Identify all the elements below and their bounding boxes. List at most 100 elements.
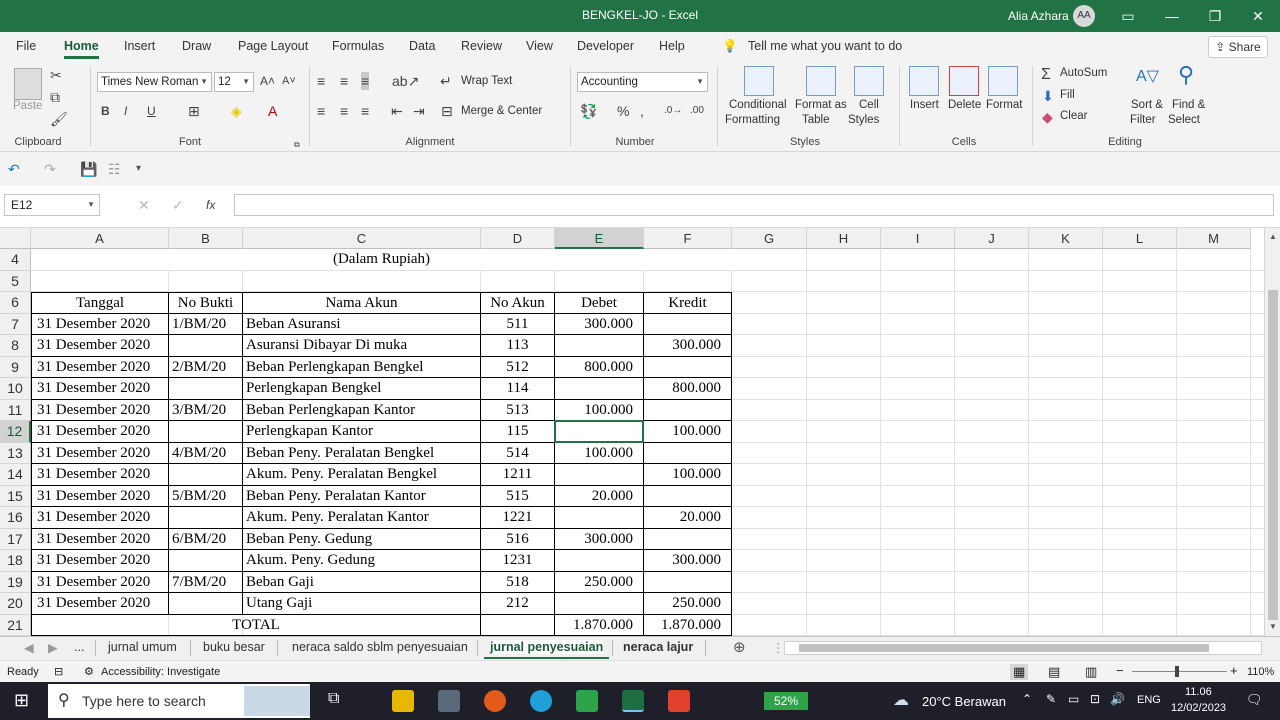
cell-tanggal[interactable]: 31 Desember 2020	[31, 507, 169, 529]
font-color-icon[interactable]: A	[268, 102, 277, 120]
cell-tanggal[interactable]: 31 Desember 2020	[31, 485, 169, 507]
column-header-j[interactable]: J	[955, 228, 1029, 249]
cell-tanggal[interactable]: 31 Desember 2020	[31, 593, 169, 615]
cell-bukti[interactable]	[169, 464, 243, 486]
cell-akun[interactable]: Perlengkapan Kantor	[243, 421, 481, 443]
row-header-9[interactable]: 9	[0, 356, 31, 378]
row-header-20[interactable]: 20	[0, 593, 31, 615]
page-layout-view-icon[interactable]: ▤	[1048, 664, 1060, 680]
task-view-icon[interactable]: ⧉	[328, 690, 339, 708]
excel-icon[interactable]	[622, 690, 644, 712]
row-header-7[interactable]: 7	[0, 313, 31, 335]
tab-file[interactable]: File	[16, 39, 36, 53]
table-header-tanggal[interactable]: Tanggal	[31, 292, 169, 314]
increase-indent-icon[interactable]: ⇥	[413, 102, 425, 120]
cell-no[interactable]: 518	[481, 571, 555, 593]
selected-cell-e12[interactable]	[554, 420, 644, 443]
next-sheet-icon[interactable]: ▶	[48, 640, 58, 655]
cell-debet[interactable]: 250.000	[555, 571, 644, 593]
row-header-5[interactable]: 5	[0, 270, 31, 292]
cell-tanggal[interactable]: 31 Desember 2020	[31, 399, 169, 421]
column-header-l[interactable]: L	[1103, 228, 1177, 249]
autosum-button[interactable]: AutoSum	[1060, 67, 1107, 79]
sheet-tab-neraca-lajur[interactable]: neraca lajur	[623, 640, 693, 654]
borders-icon[interactable]: ⊞	[188, 102, 200, 120]
cell-bukti[interactable]: 5/BM/20	[169, 485, 243, 507]
page-break-view-icon[interactable]: ▥	[1085, 664, 1097, 680]
horizontal-scrollbar[interactable]	[784, 641, 1262, 655]
align-bottom-icon[interactable]: ≡	[361, 72, 370, 90]
cell-akun[interactable]: Beban Perlengkapan Kantor	[243, 399, 481, 421]
zoom-level[interactable]: 110%	[1247, 666, 1274, 678]
column-header-k[interactable]: K	[1029, 228, 1103, 249]
row-header-4[interactable]: 4	[0, 249, 31, 271]
sort-filter-button[interactable]: Sort &	[1131, 99, 1163, 111]
column-header-a[interactable]: A	[31, 228, 169, 249]
avatar[interactable]: AA	[1073, 5, 1095, 27]
row-header-14[interactable]: 14	[0, 464, 31, 486]
row-header-13[interactable]: 13	[0, 442, 31, 464]
cell-kredit[interactable]: 300.000	[644, 335, 732, 357]
column-header-f[interactable]: F	[644, 228, 732, 249]
user-name[interactable]: Alia Azhara	[1008, 9, 1069, 23]
cell-kredit[interactable]: 800.000	[644, 378, 732, 400]
format-cells-icon[interactable]	[988, 66, 1018, 96]
tab-draw[interactable]: Draw	[182, 39, 211, 53]
normal-view-icon[interactable]: ▦	[1010, 664, 1029, 680]
battery-indicator[interactable]: 52%	[764, 692, 808, 710]
weather-text[interactable]: 20°C Berawan	[922, 694, 1006, 709]
paste-button[interactable]: Paste	[13, 100, 42, 112]
align-center-icon[interactable]: ≡	[340, 102, 348, 120]
font-name-select[interactable]: Times New Roman ▼	[97, 72, 212, 92]
customize-qat-icon[interactable]: ▾	[136, 160, 141, 178]
cut-icon[interactable]: ✂	[50, 66, 62, 84]
wrap-text-icon[interactable]: ↵	[440, 72, 452, 90]
cell-no[interactable]: 511	[481, 313, 555, 335]
column-header-h[interactable]: H	[807, 228, 881, 249]
insert-cells-button[interactable]: Insert	[910, 99, 939, 111]
cell-akun[interactable]: Beban Peny. Gedung	[243, 528, 481, 550]
conditional-formatting-icon[interactable]	[744, 66, 774, 96]
align-middle-icon[interactable]: ≡	[340, 72, 348, 90]
edge-icon[interactable]	[530, 690, 552, 712]
column-header-d[interactable]: D	[481, 228, 555, 249]
insert-cells-icon[interactable]	[909, 66, 939, 96]
cell-kredit[interactable]: 100.000	[644, 464, 732, 486]
cell-bukti[interactable]	[169, 593, 243, 615]
format-cells-button[interactable]: Format	[986, 99, 1022, 111]
font-size-select[interactable]: 12 ▼	[214, 72, 254, 92]
decrease-indent-icon[interactable]: ⇤	[391, 102, 403, 120]
zoom-slider-thumb[interactable]	[1175, 666, 1179, 677]
tab-insert[interactable]: Insert	[124, 39, 155, 53]
row-header-18[interactable]: 18	[0, 550, 31, 572]
fill-color-icon[interactable]: ◈	[231, 102, 242, 120]
cell-no[interactable]: 512	[481, 356, 555, 378]
orientation-icon[interactable]: ab↗	[392, 72, 419, 90]
row-header-15[interactable]: 15	[0, 485, 31, 507]
tab-developer[interactable]: Developer	[577, 39, 634, 53]
maximize-icon[interactable]: ❐	[1205, 6, 1225, 26]
cell-kredit[interactable]	[644, 313, 732, 335]
table-header-debet[interactable]: Debet	[555, 292, 644, 314]
cell-no[interactable]: 514	[481, 442, 555, 464]
insert-function-icon[interactable]: fx	[206, 196, 215, 214]
save-icon[interactable]: 💾	[80, 160, 97, 178]
total-debet[interactable]: 1.870.000	[555, 614, 644, 636]
table-header-kredit[interactable]: Kredit	[644, 292, 732, 314]
cell-akun[interactable]: Beban Peny. Peralatan Bengkel	[243, 442, 481, 464]
cell-no[interactable]: 1231	[481, 550, 555, 572]
cell-tanggal[interactable]: 31 Desember 2020	[31, 378, 169, 400]
clock-date[interactable]: 12/02/2023	[1171, 702, 1226, 714]
vertical-scrollbar[interactable]: ▲ ▼	[1264, 228, 1280, 636]
sheet-tab-jurnal-penyesuaian[interactable]: jurnal penyesuaian	[483, 640, 610, 659]
cell-akun[interactable]: Asuransi Dibayar Di muka	[243, 335, 481, 357]
cell-bukti[interactable]: 3/BM/20	[169, 399, 243, 421]
row-header-16[interactable]: 16	[0, 507, 31, 529]
column-header-g[interactable]: G	[732, 228, 807, 249]
cell-kredit[interactable]	[644, 399, 732, 421]
camtasia-icon[interactable]	[576, 690, 598, 712]
sort-filter-icon[interactable]: A▽	[1136, 68, 1159, 86]
bold-button[interactable]: B	[101, 102, 110, 120]
align-left-icon[interactable]: ≡	[317, 102, 325, 120]
pen-icon[interactable]: ✎	[1046, 692, 1056, 706]
